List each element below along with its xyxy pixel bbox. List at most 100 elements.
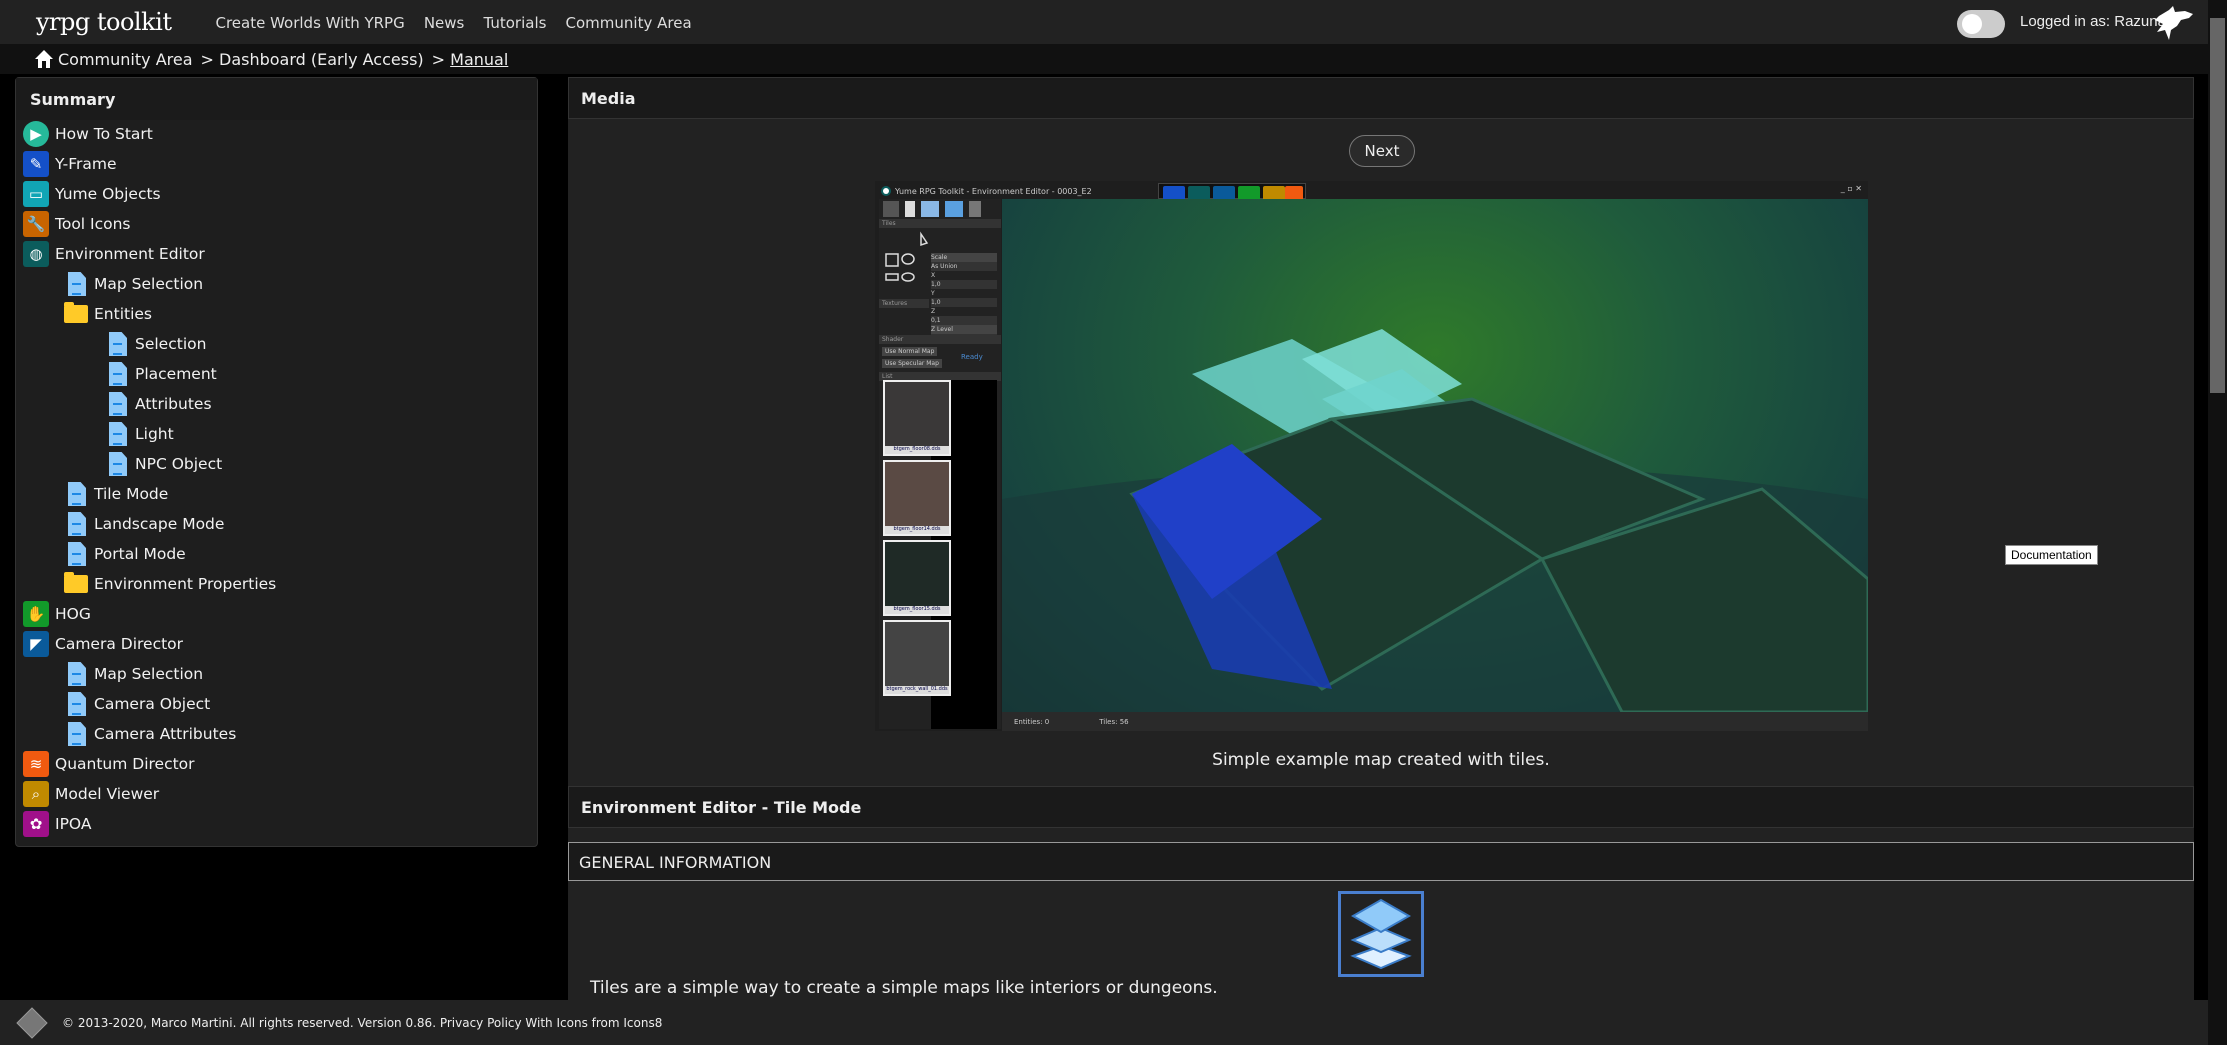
sidebar-item-landscape-mode[interactable]: Landscape Mode <box>64 510 224 538</box>
texture-thumb[interactable]: btgem_rock_wall_01.dds <box>883 620 951 696</box>
editor-screenshot: Yume RPG Toolkit - Environment Editor - … <box>875 181 1868 731</box>
breadcrumb: Community Area > Dashboard (Early Access… <box>0 44 2208 74</box>
sidebar-item-label: Placement <box>135 365 217 383</box>
sidebar-item-label: HOG <box>55 605 91 623</box>
nav-create-worlds[interactable]: Create Worlds With YRPG <box>215 14 404 32</box>
next-button[interactable]: Next <box>1349 135 1415 167</box>
summary-sidebar: Summary ▶ How To Start ✎ Y-Frame ▭ Yume Objec… <box>15 77 538 847</box>
document-icon <box>68 722 86 746</box>
sidebar-item-camera-director[interactable]: ◤ Camera Director <box>23 630 183 658</box>
sidebar-item-attributes[interactable]: Attributes <box>105 390 212 418</box>
breadcrumb-community-area[interactable]: Community Area <box>58 50 193 69</box>
yrpg-diamond-logo <box>16 1006 48 1039</box>
tile-layers-icon <box>1338 891 1424 977</box>
editor-tool-tabs <box>1158 183 1306 202</box>
sidebar-item-label: Camera Director <box>55 635 184 653</box>
3d-viewport[interactable] <box>1002 199 1868 714</box>
document-icon <box>68 512 86 536</box>
copyright-text: © 2013-2020, Marco Martini. All rights r… <box>62 1015 663 1030</box>
sidebar-item-label: Camera Attributes <box>94 725 237 743</box>
scale-panel: Scale As Union X1,0 Y1,0 Z0,1 Z Level0 <box>931 253 997 343</box>
breadcrumb-manual[interactable]: > Manual <box>432 50 509 69</box>
home-icon[interactable] <box>34 49 54 69</box>
main-content: Media Next Yume RPG Toolkit - Environmen… <box>568 77 2194 1000</box>
tile-shape-tools[interactable] <box>883 229 931 289</box>
folder-icon <box>64 572 88 593</box>
sidebar-item-camera-attributes[interactable]: Camera Attributes <box>64 720 236 748</box>
top-nav-bar: yrpg toolkit Create Worlds With YRPG New… <box>0 0 2208 44</box>
nav-tutorials[interactable]: Tutorials <box>483 14 546 32</box>
sidebar-item-entities[interactable]: Entities <box>64 300 152 328</box>
sidebar-item-portal-mode[interactable]: Portal Mode <box>64 540 186 568</box>
sidebar-item-label: Selection <box>135 335 207 353</box>
theme-toggle[interactable] <box>1957 10 2005 38</box>
textures-label: Textures <box>879 299 929 308</box>
sidebar-item-tile-mode[interactable]: Tile Mode <box>64 480 168 508</box>
globe-icon: ◍ <box>23 241 49 267</box>
sidebar-item-label: Map Selection <box>94 275 204 293</box>
sidebar-item-camera-object[interactable]: Camera Object <box>64 690 210 718</box>
sidebar-item-ipoa[interactable]: ✿ IPOA <box>23 810 91 838</box>
document-icon <box>68 272 86 296</box>
sidebar-item-how-to-start[interactable]: ▶ How To Start <box>23 120 153 148</box>
sidebar-item-selection[interactable]: Selection <box>105 330 206 358</box>
media-caption: Simple example map created with tiles. <box>1212 750 1550 770</box>
sidebar-item-label: Model Viewer <box>55 785 160 803</box>
texture-thumb[interactable]: btgem_floor15.dds <box>883 540 951 616</box>
editor-left-panel: Tiles Scale As Union X 1,0 Y 1,0 Z 0,1 Z Le… <box>879 199 1001 729</box>
normal-map-checkbox[interactable]: Use Normal Map <box>882 347 938 356</box>
tiles-label: Tiles <box>879 219 1001 228</box>
chest-icon: ▭ <box>23 181 49 207</box>
nav-news[interactable]: News <box>424 14 465 32</box>
sidebar-item-quantum-director[interactable]: ≋ Quantum Director <box>23 750 195 778</box>
sidebar-item-label: Light <box>135 425 174 443</box>
sidebar-item-label: Portal Mode <box>94 545 186 563</box>
document-icon <box>68 692 86 716</box>
sidebar-item-npc-object[interactable]: NPC Object <box>105 450 222 478</box>
sidebar-item-label: Y-Frame <box>55 155 117 173</box>
sidebar-item-light[interactable]: Light <box>105 420 174 448</box>
document-icon <box>68 662 86 686</box>
sidebar-item-label: NPC Object <box>135 455 223 473</box>
document-icon <box>109 332 127 356</box>
site-logo[interactable]: yrpg toolkit <box>36 8 172 36</box>
document-icon <box>68 542 86 566</box>
sidebar-item-label: Attributes <box>135 395 212 413</box>
sidebar-item-tool-icons[interactable]: 🔧 Tool Icons <box>23 210 131 238</box>
sidebar-item-model-viewer[interactable]: ⌕ Model Viewer <box>23 780 159 808</box>
login-status: Logged in as: Razuna <box>2020 13 2166 30</box>
page-scrollbar[interactable] <box>2208 0 2227 1045</box>
footer: © 2013-2020, Marco Martini. All rights r… <box>0 1000 2208 1045</box>
main-nav: Create Worlds With YRPG News Tutorials C… <box>215 13 705 32</box>
play-icon: ▶ <box>23 121 49 147</box>
nav-community-area[interactable]: Community Area <box>566 14 692 32</box>
document-icon <box>68 482 86 506</box>
document-icon <box>109 362 127 386</box>
tile-mode-description: Tiles are a simple way to create a simpl… <box>590 978 1218 998</box>
sidebar-item-y-frame[interactable]: ✎ Y-Frame <box>23 150 117 178</box>
breadcrumb-dashboard[interactable]: > Dashboard (Early Access) <box>201 50 424 69</box>
waves-icon: ≋ <box>23 751 49 777</box>
sidebar-item-label: Environment Editor <box>55 245 205 263</box>
book-icon: ✎ <box>23 151 49 177</box>
sidebar-item-label: Camera Object <box>94 695 211 713</box>
sidebar-item-environment-editor[interactable]: ◍ Environment Editor <box>23 240 205 268</box>
texture-thumb[interactable]: btgem_floor14.dds <box>883 460 951 536</box>
sidebar-item-environment-properties[interactable]: Environment Properties <box>64 570 276 598</box>
wolf-avatar-icon[interactable] <box>2155 6 2193 40</box>
sidebar-item-yume-objects[interactable]: ▭ Yume Objects <box>23 180 161 208</box>
sidebar-item-map-selection[interactable]: Map Selection <box>64 660 203 688</box>
wrench-icon: 🔧 <box>23 211 49 237</box>
document-icon <box>109 452 127 476</box>
sidebar-item-placement[interactable]: Placement <box>105 360 217 388</box>
window-controls[interactable]: _ ▫ ✕ <box>1841 184 1862 193</box>
sidebar-item-label: Tool Icons <box>55 215 131 233</box>
sidebar-item-label: Tile Mode <box>94 485 169 503</box>
texture-thumb[interactable]: btgem_floor08.dds <box>883 380 951 456</box>
specular-map-checkbox[interactable]: Use Specular Map <box>882 359 942 368</box>
sidebar-item-hog[interactable]: ✋ HOG <box>23 600 91 628</box>
shader-label: Shader <box>879 335 1001 344</box>
general-information-header[interactable]: GENERAL INFORMATION <box>568 842 2194 881</box>
sidebar-item-label: Environment Properties <box>94 575 277 593</box>
sidebar-item-map-selection[interactable]: Map Selection <box>64 270 203 298</box>
